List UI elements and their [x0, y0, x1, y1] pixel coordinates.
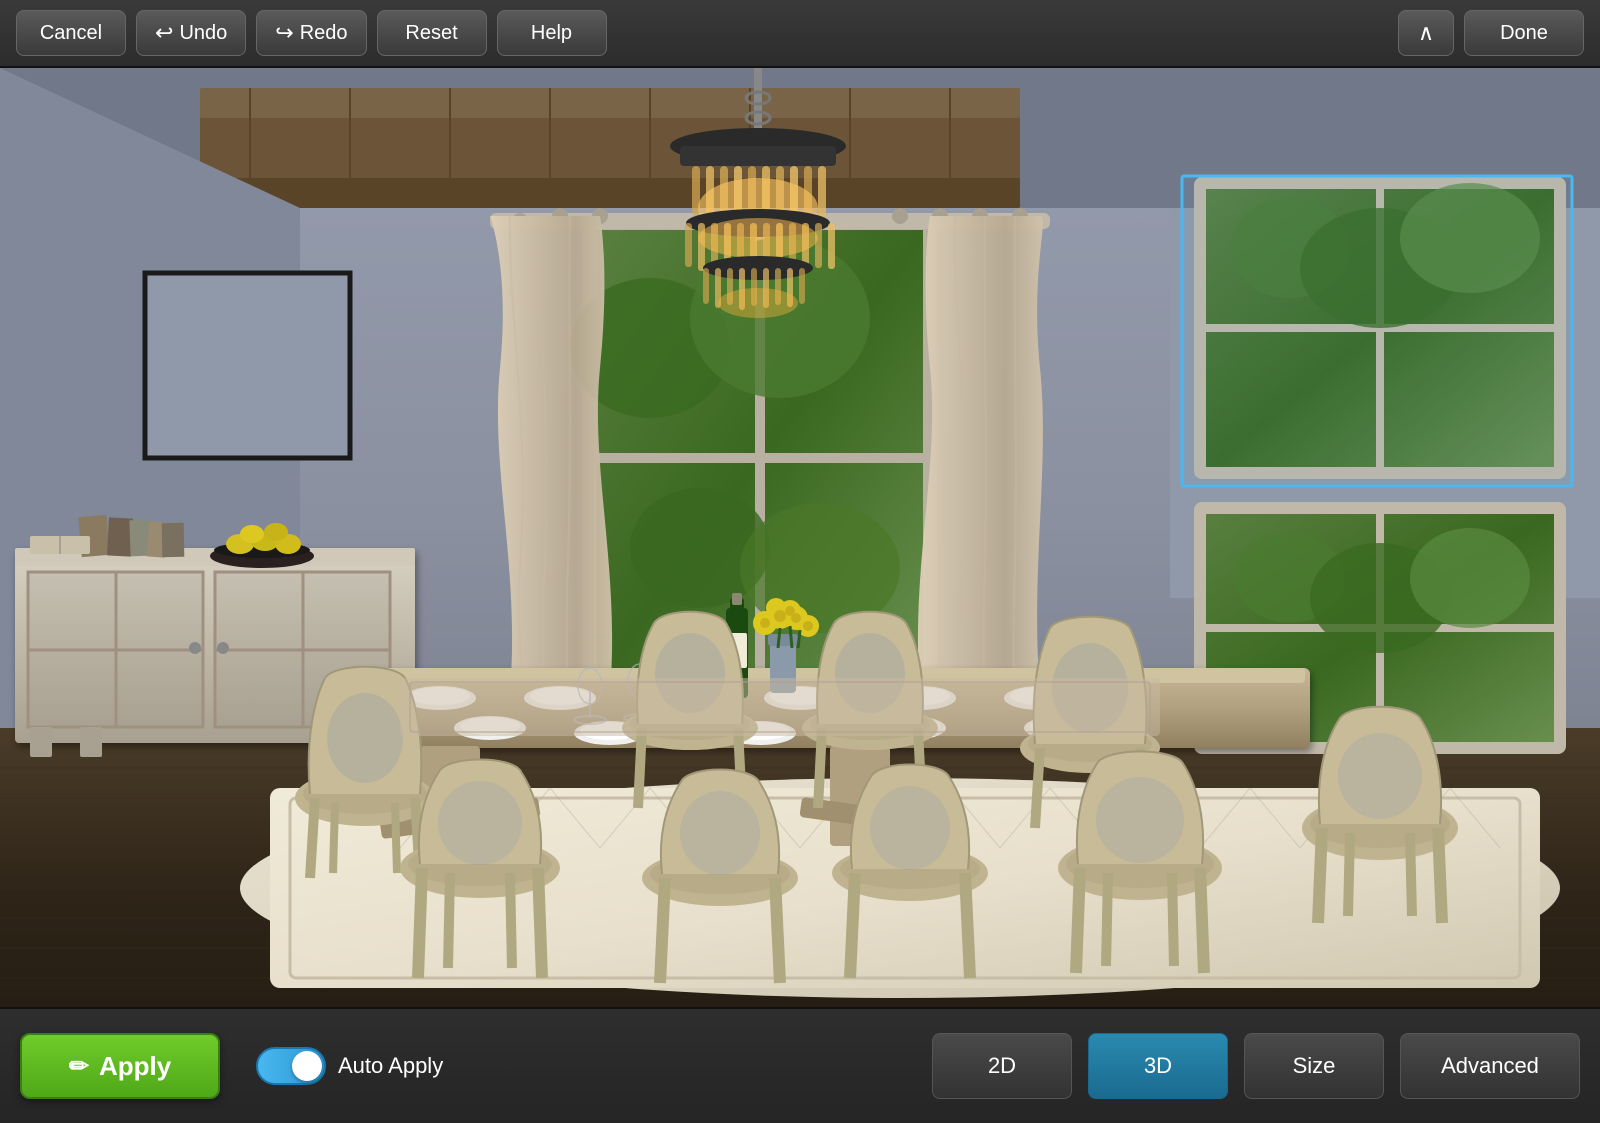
auto-apply-container: Auto Apply [256, 1047, 443, 1085]
apply-label: Apply [99, 1051, 171, 1082]
toggle-knob [292, 1051, 322, 1081]
auto-apply-label: Auto Apply [338, 1053, 443, 1079]
bottom-toolbar: ✏ Apply Auto Apply 2D 3D Size Advanced [0, 1007, 1600, 1123]
scene-canvas[interactable] [0, 68, 1600, 1007]
advanced-label: Advanced [1441, 1053, 1539, 1079]
undo-icon: ↩ [155, 20, 173, 46]
3d-view-button[interactable]: 3D [1088, 1033, 1228, 1099]
undo-button[interactable]: ↩ Undo [136, 10, 246, 56]
size-button[interactable]: Size [1244, 1033, 1384, 1099]
cancel-label: Cancel [40, 22, 102, 45]
redo-button[interactable]: ↪ Redo [256, 10, 366, 56]
scene-area[interactable] [0, 68, 1600, 1007]
chevron-up-icon: ∧ [1418, 20, 1434, 46]
undo-label: Undo [179, 22, 227, 45]
done-button[interactable]: Done [1464, 10, 1584, 56]
redo-label: Redo [300, 22, 348, 45]
size-label: Size [1293, 1053, 1336, 1079]
reset-button[interactable]: Reset [377, 10, 487, 56]
scene-svg [0, 68, 1600, 1007]
advanced-button[interactable]: Advanced [1400, 1033, 1580, 1099]
top-toolbar: Cancel ↩ Undo ↪ Redo Reset Help ∧ Done [0, 0, 1600, 68]
collapse-button[interactable]: ∧ [1398, 10, 1454, 56]
2d-label: 2D [988, 1053, 1016, 1079]
2d-view-button[interactable]: 2D [932, 1033, 1072, 1099]
apply-button[interactable]: ✏ Apply [20, 1033, 220, 1099]
auto-apply-toggle[interactable] [256, 1047, 326, 1085]
apply-brush-icon: ✏ [69, 1052, 89, 1081]
reset-label: Reset [405, 22, 457, 45]
help-label: Help [531, 22, 572, 45]
help-button[interactable]: Help [497, 10, 607, 56]
3d-label: 3D [1144, 1053, 1172, 1079]
redo-icon: ↪ [275, 20, 293, 46]
done-label: Done [1500, 22, 1548, 45]
cancel-button[interactable]: Cancel [16, 10, 126, 56]
